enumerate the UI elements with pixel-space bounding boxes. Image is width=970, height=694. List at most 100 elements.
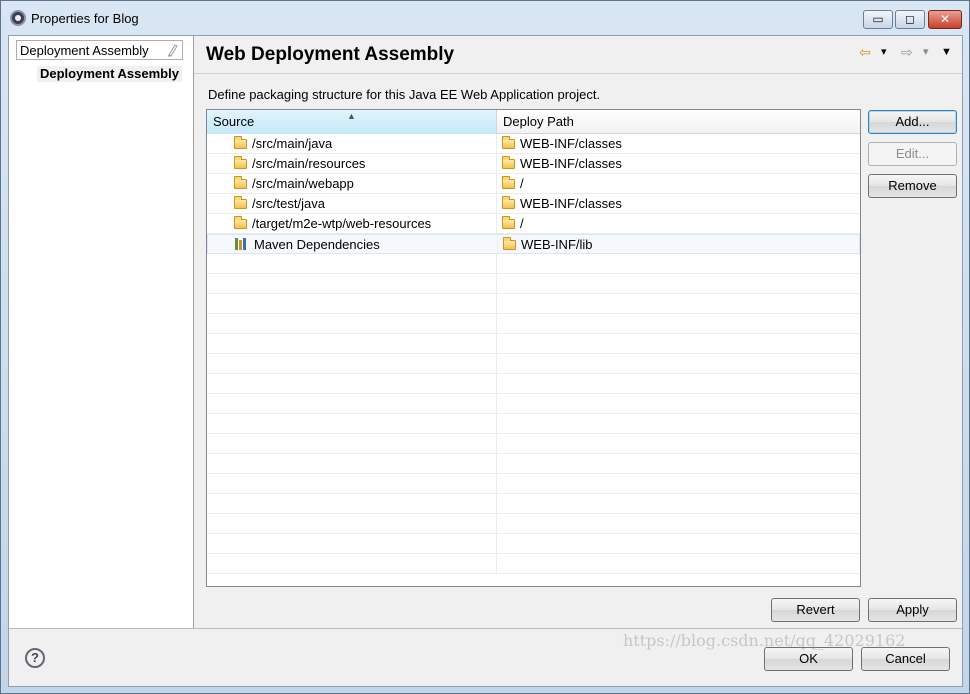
minimize-button[interactable]: ▭ bbox=[863, 10, 893, 29]
empty-table-row bbox=[207, 554, 860, 574]
cancel-button[interactable]: Cancel bbox=[861, 647, 950, 671]
source-cell: /target/m2e-wtp/web-resources bbox=[207, 214, 497, 234]
forward-history-dropdown-icon[interactable]: ▾ bbox=[923, 42, 929, 62]
empty-table-row bbox=[207, 334, 860, 354]
folder-icon bbox=[502, 156, 515, 169]
empty-table-row bbox=[207, 414, 860, 434]
folder-icon bbox=[502, 176, 515, 189]
filter-input[interactable] bbox=[17, 41, 157, 59]
filter-field[interactable] bbox=[16, 40, 183, 60]
empty-table-row bbox=[207, 454, 860, 474]
folder-icon bbox=[503, 237, 516, 250]
close-button[interactable]: ✕ bbox=[928, 10, 962, 29]
empty-cell bbox=[207, 254, 497, 274]
help-icon[interactable]: ? bbox=[25, 648, 45, 668]
empty-cell bbox=[207, 474, 497, 494]
column-header-deploy-path[interactable]: Deploy Path bbox=[497, 110, 860, 134]
apply-button[interactable]: Apply bbox=[868, 598, 957, 622]
empty-table-row bbox=[207, 354, 860, 374]
folder-icon bbox=[502, 216, 515, 229]
revert-button[interactable]: Revert bbox=[771, 598, 860, 622]
source-cell: /src/main/java bbox=[207, 134, 497, 154]
source-path: /src/main/resources bbox=[252, 156, 366, 171]
empty-cell bbox=[207, 394, 497, 414]
source-path: /src/test/java bbox=[252, 196, 325, 211]
empty-cell bbox=[207, 414, 497, 434]
empty-cell bbox=[207, 434, 497, 454]
deploy-path-cell: WEB-INF/classes bbox=[497, 134, 860, 154]
source-cell: /src/main/resources bbox=[207, 154, 497, 174]
deploy-path: / bbox=[520, 176, 524, 191]
empty-cell bbox=[207, 534, 497, 554]
empty-cell bbox=[207, 514, 497, 534]
table-header: Source ▲ Deploy Path bbox=[207, 110, 860, 134]
folder-icon bbox=[234, 156, 247, 169]
source-path: /src/main/webapp bbox=[252, 176, 354, 191]
folder-icon bbox=[234, 216, 247, 229]
source-cell: Maven Dependencies bbox=[208, 235, 498, 255]
close-icon: ✕ bbox=[939, 12, 951, 26]
table-row[interactable]: /src/main/java WEB-INF/classes bbox=[207, 134, 860, 154]
empty-cell bbox=[207, 494, 497, 514]
empty-cell bbox=[207, 554, 497, 574]
title-bar[interactable]: Properties for Blog ▭ ◻ ✕ bbox=[1, 1, 969, 35]
empty-table-row bbox=[207, 294, 860, 314]
deploy-path: WEB-INF/classes bbox=[520, 196, 622, 211]
page-description: Define packaging structure for this Java… bbox=[208, 87, 601, 102]
deploy-path-cell: WEB-INF/classes bbox=[497, 194, 860, 214]
page-navigation: ⇦ ▾ ⇨ ▾ ▼ bbox=[859, 42, 959, 62]
watermark: https://blog.csdn.net/qq_42029162 bbox=[623, 631, 906, 650]
table-row[interactable]: /src/main/resources WEB-INF/classes bbox=[207, 154, 860, 174]
deploy-path: WEB-INF/classes bbox=[520, 136, 622, 151]
folder-icon bbox=[502, 196, 515, 209]
empty-table-row bbox=[207, 254, 860, 274]
tree-item-deployment-assembly[interactable]: Deployment Assembly bbox=[37, 66, 182, 82]
properties-window: Properties for Blog ▭ ◻ ✕ Deployment Ass… bbox=[0, 0, 970, 694]
source-path: /src/main/java bbox=[252, 136, 333, 151]
maximize-button[interactable]: ◻ bbox=[895, 10, 925, 29]
table-row[interactable]: /target/m2e-wtp/web-resources / bbox=[207, 214, 860, 234]
clear-filter-icon[interactable] bbox=[166, 43, 178, 57]
folder-icon bbox=[502, 136, 515, 149]
empty-table-row bbox=[207, 314, 860, 334]
back-history-dropdown-icon[interactable]: ▾ bbox=[881, 42, 887, 62]
eclipse-icon bbox=[10, 10, 26, 26]
deployment-assembly-table[interactable]: Source ▲ Deploy Path /src/main/java WEB-I… bbox=[206, 109, 861, 587]
empty-cell bbox=[207, 294, 497, 314]
source-cell: /src/test/java bbox=[207, 194, 497, 214]
empty-table-row bbox=[207, 394, 860, 414]
empty-table-row bbox=[207, 474, 860, 494]
view-menu-icon[interactable]: ▼ bbox=[941, 42, 952, 62]
sort-ascending-icon: ▲ bbox=[347, 111, 356, 121]
deploy-path-cell: WEB-INF/classes bbox=[497, 154, 860, 174]
source-path: /target/m2e-wtp/web-resources bbox=[252, 216, 432, 231]
library-icon bbox=[235, 238, 249, 250]
empty-cell bbox=[207, 454, 497, 474]
empty-table-row bbox=[207, 534, 860, 554]
table-row[interactable]: /src/main/webapp / bbox=[207, 174, 860, 194]
empty-cell bbox=[207, 274, 497, 294]
deploy-path: WEB-INF/lib bbox=[521, 237, 593, 252]
add-button[interactable]: Add... bbox=[868, 110, 957, 134]
source-path: Maven Dependencies bbox=[254, 237, 380, 252]
minimize-icon: ▭ bbox=[872, 12, 884, 26]
maximize-icon: ◻ bbox=[905, 12, 915, 26]
table-body: /src/main/java WEB-INF/classes/src/main/r… bbox=[207, 134, 860, 574]
column-header-source[interactable]: Source ▲ bbox=[207, 110, 497, 134]
empty-table-row bbox=[207, 434, 860, 454]
remove-button[interactable]: Remove bbox=[868, 174, 957, 198]
deploy-path-cell: / bbox=[497, 214, 860, 234]
property-pages-pane: Deployment Assembly bbox=[9, 36, 194, 629]
back-arrow-icon[interactable]: ⇦ bbox=[859, 42, 871, 62]
empty-table-row bbox=[207, 514, 860, 534]
button-bar-divider bbox=[9, 628, 962, 629]
forward-arrow-icon[interactable]: ⇨ bbox=[901, 42, 913, 62]
deploy-path: / bbox=[520, 216, 524, 231]
table-row[interactable]: Maven Dependencies WEB-INF/lib bbox=[207, 234, 860, 255]
header-divider bbox=[194, 73, 962, 74]
window-title: Properties for Blog bbox=[31, 11, 139, 26]
table-row[interactable]: /src/test/java WEB-INF/classes bbox=[207, 194, 860, 214]
edit-button[interactable]: Edit... bbox=[868, 142, 957, 166]
ok-button[interactable]: OK bbox=[764, 647, 853, 671]
folder-icon bbox=[234, 176, 247, 189]
